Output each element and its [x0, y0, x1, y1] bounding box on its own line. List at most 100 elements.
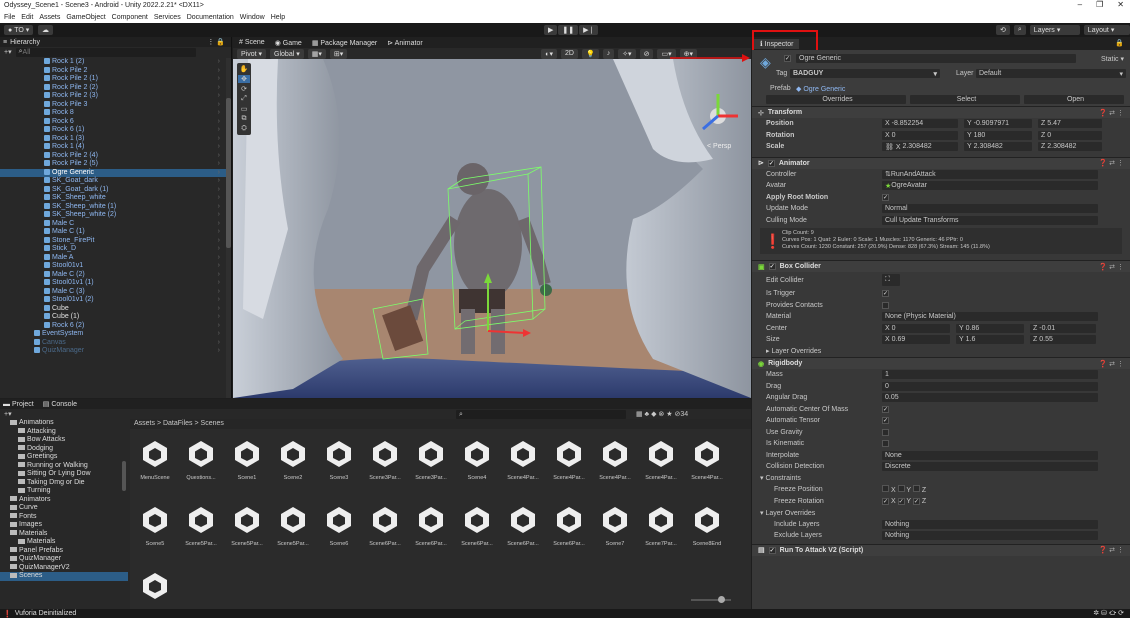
freeze-rotation-checkboxes[interactable]: ✓ X ✓ Y ✓ Z	[882, 497, 926, 505]
center-z[interactable]: Z -0.01	[1030, 323, 1096, 333]
prefab-link[interactable]: ◆ Ogre Generic	[796, 85, 845, 93]
folder-item[interactable]: QuizManager	[0, 555, 128, 564]
menu-documentation[interactable]: Documentation	[187, 14, 234, 21]
is-kinematic-checkbox[interactable]	[882, 440, 889, 448]
folder-scrollbar[interactable]	[122, 461, 126, 491]
chevron-right-icon[interactable]: ›	[218, 237, 220, 246]
chevron-right-icon[interactable]: ›	[218, 118, 220, 127]
chevron-right-icon[interactable]: ›	[218, 92, 220, 101]
folder-item[interactable]: Running or Walking	[0, 462, 128, 471]
box-collider-header[interactable]: ▣ ✓ Box Collider ❓ ⇄ ⋮	[752, 260, 1130, 272]
collision-detection-dropdown[interactable]: Discrete	[882, 462, 1098, 472]
tab-package-manager[interactable]: ▦ Package Manager	[312, 39, 377, 47]
menu-gameobject[interactable]: GameObject	[66, 14, 105, 21]
filter-icons[interactable]: ▦ ♣ ◆ ⊗ ★ ⊘34	[636, 410, 688, 418]
asset-item[interactable]: Scene6Par...	[408, 501, 454, 563]
global-dropdown[interactable]: Global ▾	[270, 48, 304, 59]
chevron-right-icon[interactable]: ›	[218, 186, 220, 195]
animator-header[interactable]: ⊳ ✓ Animator ❓ ⇄ ⋮	[752, 156, 1130, 169]
hierarchy-item[interactable]: Rock Pile 2 (1) ›	[0, 75, 228, 84]
rect-tool-icon[interactable]: ▭	[241, 105, 248, 113]
asset-item[interactable]: Scene3	[316, 435, 362, 497]
script-header[interactable]: ▤ ✓ Run To Attack V2 (Script) ❓ ⇄ ⋮	[752, 543, 1130, 556]
zoom-slider[interactable]	[691, 596, 731, 603]
freeze-position-checkboxes[interactable]: X Y Z	[882, 485, 926, 494]
chevron-right-icon[interactable]: ›	[218, 194, 220, 203]
folder-item[interactable]: Animators	[0, 496, 128, 505]
tab-scene[interactable]: # Scene	[239, 39, 265, 46]
chevron-right-icon[interactable]: ›	[218, 58, 220, 67]
search-button[interactable]: ⌕	[1013, 25, 1026, 35]
folder-item[interactable]: Materials	[0, 530, 128, 539]
tab-animator[interactable]: ⊳ Animator	[387, 39, 422, 47]
folder-item[interactable]: Bow Attacks	[0, 436, 128, 445]
scale-x[interactable]: ⛓ X 2.308482	[882, 142, 958, 152]
hierarchy-item[interactable]: Rock Pile 2 (2) ›	[0, 84, 228, 93]
chevron-right-icon[interactable]: ›	[218, 288, 220, 297]
hierarchy-item[interactable]: Rock Pile 2 ›	[0, 67, 228, 76]
position-y[interactable]: Y -0.9097971	[964, 119, 1032, 129]
hierarchy-item[interactable]: Rock 6 (2) ›	[0, 322, 228, 331]
asset-item[interactable]: MenuScene	[132, 435, 178, 497]
asset-item[interactable]: Questions...	[178, 435, 224, 497]
chevron-right-icon[interactable]: ›	[218, 330, 220, 339]
move-tool-icon[interactable]: ✥	[238, 75, 250, 83]
asset-item[interactable]: Scene6Par...	[546, 501, 592, 563]
hierarchy-item[interactable]: Male C (3) ›	[0, 288, 228, 297]
hierarchy-item[interactable]: Rock Pile 3 ›	[0, 101, 228, 110]
maximize-button[interactable]: ❐	[1096, 0, 1103, 9]
asset-item[interactable]: Scene1	[224, 435, 270, 497]
size-x[interactable]: X 0.69	[882, 335, 950, 345]
hierarchy-item[interactable]: Male C (1) ›	[0, 228, 228, 237]
chevron-right-icon[interactable]: ›	[218, 101, 220, 110]
rotation-x[interactable]: X 0	[882, 130, 958, 140]
chevron-right-icon[interactable]: ›	[218, 67, 220, 76]
hierarchy-item[interactable]: SK_Sheep_white ›	[0, 194, 228, 203]
auto-com-checkbox[interactable]: ✓	[882, 405, 889, 413]
chevron-right-icon[interactable]: ›	[218, 313, 220, 322]
drag-field[interactable]: 0	[882, 381, 1098, 391]
active-checkbox[interactable]: ✓	[784, 55, 791, 62]
rotation-z[interactable]: Z 0	[1038, 130, 1102, 140]
overrides-dropdown[interactable]: Overrides	[766, 95, 906, 104]
chevron-right-icon[interactable]: ›	[218, 296, 220, 305]
chevron-right-icon[interactable]: ›	[218, 84, 220, 93]
tab-project[interactable]: ▬ Project	[3, 401, 34, 408]
menu-services[interactable]: Services	[154, 14, 181, 21]
pause-button[interactable]: ❚❚	[558, 25, 579, 35]
menu-edit[interactable]: Edit	[21, 14, 33, 21]
asset-item[interactable]: Scene4Par...	[500, 435, 546, 497]
chevron-right-icon[interactable]: ›	[218, 135, 220, 144]
controller-field[interactable]: ⇅ RunAndAttack	[882, 169, 1098, 179]
tab-console[interactable]: ▤ Console	[43, 400, 77, 408]
chevron-right-icon[interactable]: ›	[218, 305, 220, 314]
hierarchy-item[interactable]: Male C (2) ›	[0, 271, 228, 280]
chevron-right-icon[interactable]: ›	[218, 177, 220, 186]
use-gravity-checkbox[interactable]	[882, 428, 889, 436]
static-dropdown[interactable]: Static ▾	[1101, 55, 1124, 63]
add-icon[interactable]: +▾	[4, 410, 12, 418]
size-y[interactable]: Y 1.6	[956, 335, 1024, 345]
cloud-button[interactable]: ☁	[38, 25, 53, 35]
hierarchy-item[interactable]: QuizManager ›	[0, 347, 228, 356]
center-y[interactable]: Y 0.86	[956, 323, 1024, 333]
menu-component[interactable]: Component	[112, 14, 148, 21]
rotate-tool-icon[interactable]: ⟳	[241, 85, 247, 93]
hierarchy-item[interactable]: Rock 1 (4) ›	[0, 143, 228, 152]
hierarchy-item[interactable]: Rock Pile 2 (5) ›	[0, 160, 228, 169]
minimize-button[interactable]: –	[1078, 0, 1082, 9]
folder-item[interactable]: Dodging	[0, 445, 128, 454]
folder-item[interactable]: Scenes	[0, 572, 128, 581]
custom-tool-icon[interactable]: ⛭	[241, 125, 247, 133]
component-menu-icon[interactable]: ❓ ⇄ ⋮	[1099, 546, 1124, 554]
close-button[interactable]: ✕	[1117, 0, 1124, 9]
chevron-right-icon[interactable]: ›	[218, 254, 220, 263]
folder-item[interactable]: Greetings	[0, 453, 128, 462]
layers-dropdown[interactable]: Layers ▾	[1029, 25, 1080, 35]
transform-header[interactable]: ⊹ Transform ❓ ⇄ ⋮	[752, 106, 1130, 118]
hierarchy-item[interactable]: Cube (1) ›	[0, 313, 228, 322]
asset-item[interactable]: Scene6	[316, 501, 362, 563]
folder-item[interactable]: Turning	[0, 487, 128, 496]
play-button[interactable]: ▶	[544, 25, 558, 35]
angular-drag-field[interactable]: 0.05	[882, 393, 1098, 403]
